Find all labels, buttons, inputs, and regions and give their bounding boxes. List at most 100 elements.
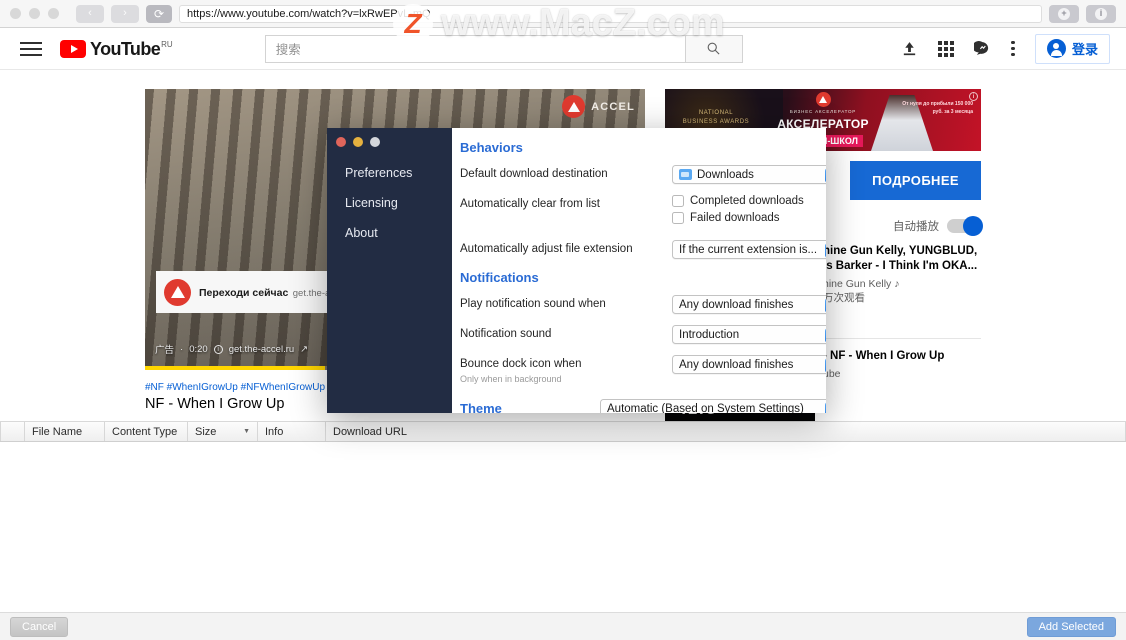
browser-window-controls	[10, 8, 59, 19]
checkbox-label: Completed downloads	[690, 195, 804, 207]
chevron-updown-icon[interactable]: ▲▼	[824, 242, 826, 258]
plus-icon: +	[1058, 7, 1070, 20]
apps-grid-icon[interactable]	[938, 40, 955, 57]
bounce-dock-label: Bounce dock icon when	[460, 358, 582, 370]
column-size[interactable]: Size ▼	[188, 422, 258, 441]
row-label: Default download destination	[460, 168, 608, 180]
notification-sound-select[interactable]: Introduction ▲▼	[672, 325, 826, 344]
bounce-dock-select[interactable]: Any download finishes ▲▼	[672, 355, 826, 374]
play-sound-select[interactable]: Any download finishes ▲▼	[672, 295, 826, 314]
row-control: Completed downloads Failed downloads	[672, 195, 826, 229]
chevron-updown-icon[interactable]: ▲▼	[824, 297, 826, 313]
info-button[interactable]: i	[1086, 4, 1116, 23]
ad-info-badge-icon[interactable]: i	[969, 92, 978, 101]
column-file-name[interactable]: File Name	[25, 422, 105, 441]
notification-sound-value: Introduction	[679, 328, 740, 341]
row-control: If the current extension is... ▲▼	[672, 240, 826, 259]
download-table-body[interactable]	[0, 442, 1126, 620]
column-label: Info	[265, 425, 284, 438]
messages-button[interactable]	[974, 40, 991, 57]
window-zoom-button[interactable]	[48, 8, 59, 19]
default-destination-select[interactable]: Downloads ▲▼	[672, 165, 826, 184]
add-download-button[interactable]: +	[1049, 4, 1079, 23]
upload-button[interactable]	[901, 40, 918, 57]
play-sound-value: Any download finishes	[679, 298, 794, 311]
preferences-nav: Preferences Licensing About	[327, 158, 452, 248]
player-ad-brand: ACCEL	[562, 95, 635, 118]
row-label: Automatically adjust file extension	[460, 243, 633, 255]
column-download-url[interactable]: Download URL	[326, 422, 1126, 441]
forward-button[interactable]: ›	[111, 4, 139, 23]
adjust-extension-value: If the current extension is...	[679, 243, 818, 256]
column-label: Content Type	[112, 425, 178, 438]
autoplay-label: 自动播放	[893, 221, 939, 233]
search-input[interactable]: 搜索	[264, 34, 685, 63]
cancel-button[interactable]: Cancel	[10, 616, 69, 637]
sidebar-item-label: Licensing	[345, 196, 398, 210]
sidebar-item-preferences[interactable]: Preferences	[327, 158, 452, 188]
sidebar-item-about[interactable]: About	[327, 218, 452, 248]
download-footer-bar: Cancel Add Selected	[0, 612, 1126, 640]
address-bar[interactable]: https://www.youtube.com/watch?v=lxRwEPvL…	[179, 4, 1042, 23]
row-label: Bounce dock icon when Only when in backg…	[460, 355, 672, 385]
adjust-extension-select[interactable]: If the current extension is... ▲▼	[672, 240, 826, 259]
account-icon	[1046, 39, 1066, 58]
add-selected-button[interactable]: Add Selected	[1026, 616, 1116, 637]
folder-icon	[679, 169, 692, 180]
row-default-destination: Default download destination Downloads ▲…	[452, 165, 826, 184]
banner-cta-button[interactable]: ПОДРОБНЕЕ	[850, 161, 981, 200]
search-button[interactable]	[684, 34, 743, 63]
back-icon: ‹	[88, 7, 92, 19]
search-placeholder: 搜索	[275, 43, 301, 57]
ad-info-icon[interactable]: i	[213, 344, 223, 354]
hamburger-menu-icon[interactable]	[20, 41, 42, 56]
chevron-updown-icon[interactable]: ▲▼	[824, 167, 826, 183]
dialog-minimize-button[interactable]	[353, 137, 363, 147]
column-content-type[interactable]: Content Type	[105, 422, 188, 441]
ad-destination-url[interactable]: get.the-accel.ru	[229, 344, 294, 355]
external-link-icon: ↗	[300, 343, 309, 355]
youtube-logo-text: YouTube	[90, 38, 161, 59]
info-icon: i	[1095, 7, 1107, 20]
toggle-knob	[963, 216, 983, 236]
row-control: Any download finishes ▲▼	[672, 295, 826, 314]
window-close-button[interactable]	[10, 8, 21, 19]
window-minimize-button[interactable]	[29, 8, 40, 19]
search-icon	[707, 42, 720, 55]
youtube-logo[interactable]: YouTube RU	[60, 38, 173, 59]
chevron-updown-icon[interactable]: ▲▼	[824, 401, 826, 413]
row-theme: Theme Automatic (Based on System Setting…	[452, 399, 826, 413]
column-label: Download URL	[333, 425, 407, 438]
suggestion-channel: hine Gun Kelly ♪	[823, 278, 900, 290]
banner-copy-text: От нуля до прибыли 150 000 руб. за 3 мес…	[902, 101, 973, 115]
row-play-sound: Play notification sound when Any downloa…	[452, 295, 826, 314]
suggestion-channel: ube	[823, 368, 841, 380]
checkbox-box[interactable]	[672, 195, 684, 207]
theme-select[interactable]: Automatic (Based on System Settings) ▲▼	[600, 399, 826, 413]
dialog-window-controls	[336, 137, 380, 147]
reload-icon: ⟳	[153, 6, 165, 21]
signin-button[interactable]: 登录	[1034, 33, 1110, 64]
row-label: Play notification sound when	[460, 298, 606, 310]
checkbox-box[interactable]	[672, 212, 684, 224]
autoplay-toggle[interactable]	[947, 216, 983, 236]
sidebar-item-label: About	[345, 226, 378, 240]
dialog-zoom-button[interactable]	[370, 137, 380, 147]
autoplay-control[interactable]: 自动播放	[893, 216, 983, 236]
section-title-behaviors: Behaviors	[460, 140, 523, 155]
reload-button[interactable]: ⟳	[146, 4, 172, 23]
chevron-updown-icon[interactable]: ▲▼	[824, 327, 826, 343]
preferences-sidebar: Preferences Licensing About	[327, 128, 452, 413]
back-button[interactable]: ‹	[76, 4, 104, 23]
checkbox-completed-downloads[interactable]: Completed downloads	[672, 195, 826, 207]
column-info[interactable]: Info	[258, 422, 326, 441]
column-checkbox[interactable]	[0, 422, 25, 441]
row-notification-sound: Notification sound Introduction ▲▼	[452, 325, 826, 344]
checkbox-failed-downloads[interactable]: Failed downloads	[672, 212, 826, 224]
more-options-button[interactable]	[1011, 40, 1015, 57]
dialog-close-button[interactable]	[336, 137, 346, 147]
preferences-content: Behaviors Default download destination D…	[452, 128, 826, 413]
sidebar-item-licensing[interactable]: Licensing	[327, 188, 452, 218]
chevron-updown-icon[interactable]: ▲▼	[824, 357, 826, 373]
row-label: Notification sound	[460, 328, 552, 340]
